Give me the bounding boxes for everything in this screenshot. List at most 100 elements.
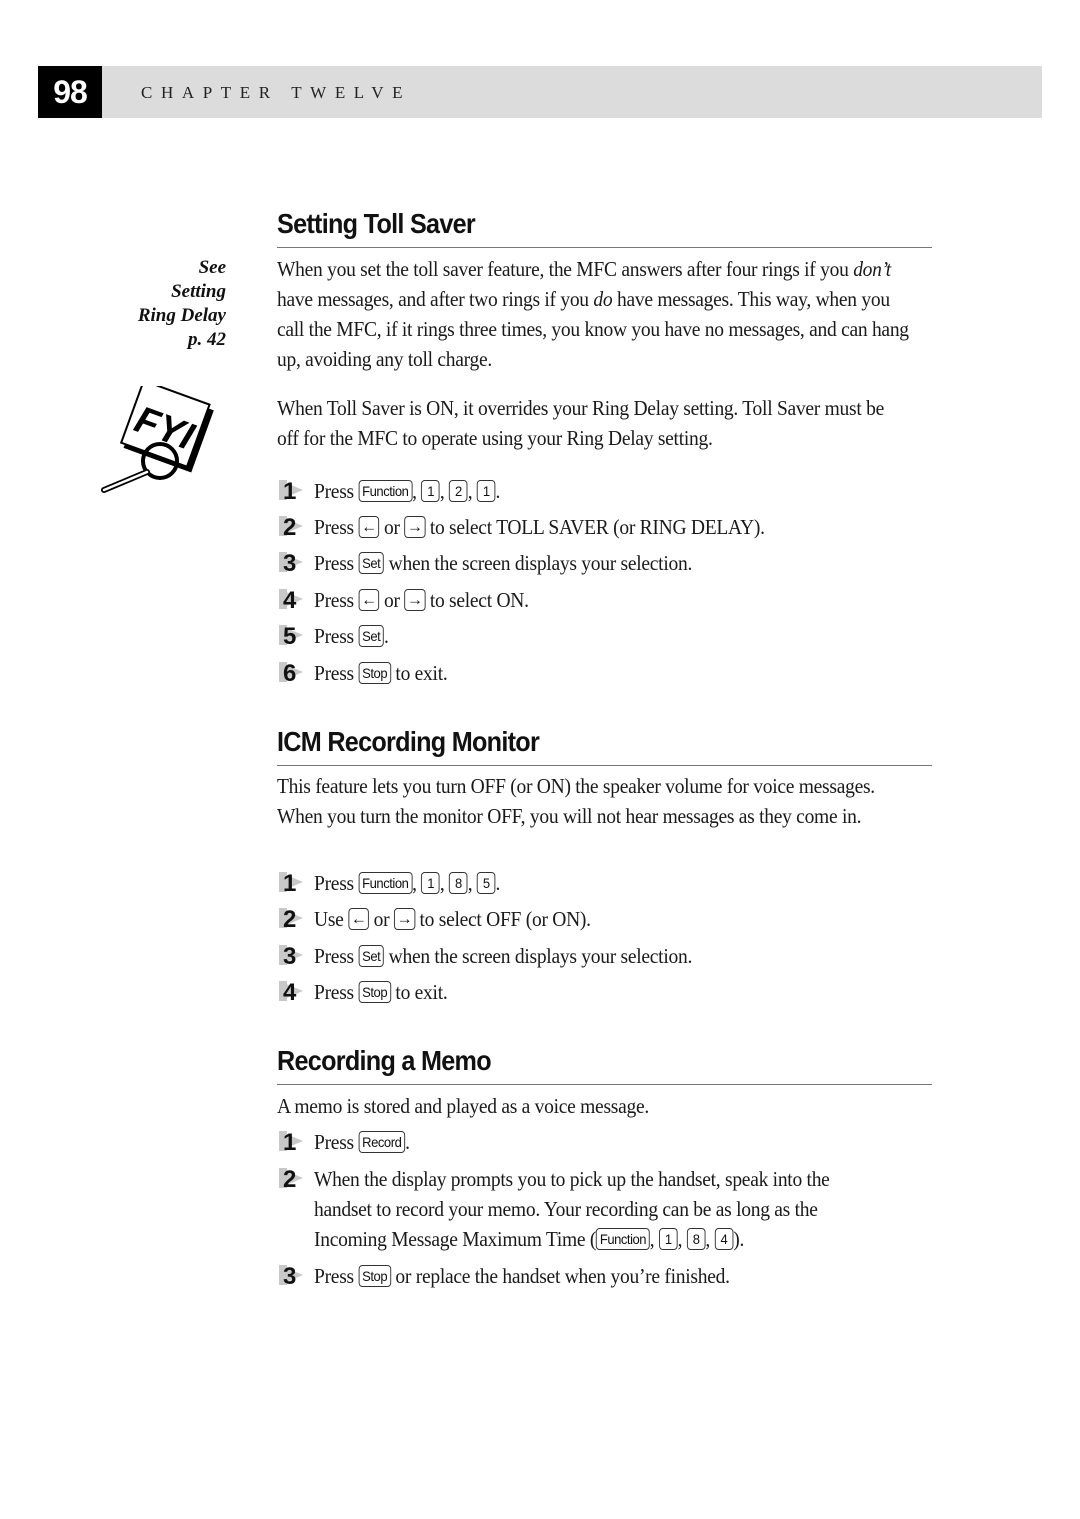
stop-key: Stop [358,981,391,1003]
key-2: 2 [449,480,468,502]
function-key: Function [358,872,413,894]
step-text: Incoming Message Maximum Time ( [314,1227,597,1251]
step: 4 Press ← or → to select ON. [279,585,959,615]
step: 3 Press Stop or replace the handset when… [279,1261,959,1291]
step: 2 Press ← or → to select TOLL SAVER (or … [279,512,959,542]
recording-memo-paragraph: A memo is stored and played as a voice m… [277,1094,649,1118]
text-run: When you set the toll saver feature, the… [277,257,854,281]
fyi-magnifier-icon: FYI [101,386,214,493]
step-text: to select OFF (or ON). [414,907,592,931]
step-marker: 6 [279,658,314,687]
step: 3 Press Set when the screen displays you… [279,941,959,971]
chapter-title: CHAPTER TWELVE [141,83,412,102]
step: 3 Press Set when the screen displays you… [279,548,959,578]
step-text: Press [314,588,359,612]
section-rule [277,765,932,766]
side-note-line: See [198,257,226,278]
step-text: Press [314,1264,359,1288]
side-note-line: Setting [171,281,226,302]
step-text: Press [314,980,359,1004]
step-text: when the screen displays your selection. [384,944,693,968]
set-key: Set [358,552,385,574]
step-text: to exit. [390,661,448,685]
section-heading: Recording a Memo [277,1045,492,1076]
key-8: 8 [686,1228,706,1250]
step-marker: 1 [279,868,314,897]
stop-key: Stop [358,1265,391,1287]
step: 2 Use ← or → to select OFF (or ON). [279,904,959,934]
key-1: 1 [659,1228,678,1250]
step-text: Use [314,907,349,931]
toll-saver-paragraph-2: When Toll Saver is ON, it overrides your… [277,396,884,450]
text-run-italic: do [593,287,613,311]
page-number: 98 [38,66,102,118]
step-text: Press [314,871,359,895]
key-1: 1 [476,480,496,502]
step-marker: 4 [279,977,314,1006]
step-text: . [495,479,501,503]
step: 4 Press Stop to exit. [279,977,959,1007]
left-arrow-key-icon: ← [358,589,380,611]
step-text: Press [314,1130,359,1154]
step: 6 Press Stop to exit. [279,658,959,688]
function-key: Function [358,480,413,502]
step-marker: 1 [279,1127,314,1156]
record-key: Record [358,1131,406,1153]
section-rule [277,247,932,248]
step-marker: 2 [279,904,314,933]
left-arrow-key-icon: ← [348,908,370,930]
step-text: Press [314,624,359,648]
step-text: or replace the handset when you’re finis… [390,1264,730,1288]
set-key: Set [358,625,385,647]
left-arrow-key-icon: ← [358,516,380,538]
text-run: have messages, and after two rings if yo… [277,287,594,311]
step-text: . [405,1130,410,1154]
right-arrow-key-icon: → [404,516,426,538]
step: 5 Press Set. [279,621,959,651]
toll-saver-paragraph-1: When you set the toll saver feature, the… [277,254,909,374]
right-arrow-key-icon: → [393,908,415,930]
step-marker: 2 [279,1164,314,1193]
step-text: . [495,871,501,895]
step-marker: 5 [279,621,314,650]
step-marker: 4 [279,585,314,614]
step-text: when the screen displays your selection. [384,551,693,575]
step-marker: 3 [279,548,314,577]
section-heading: ICM Recording Monitor [277,726,540,757]
step-text: Press [314,551,359,575]
step-text: handset to record your memo. Your record… [314,1197,818,1221]
step-text: to exit. [390,980,448,1004]
section-title-icm-monitor: ICM Recording Monitor [277,726,932,758]
section-heading: Setting Toll Saver [277,208,476,239]
step-text: or [379,588,405,612]
step-text: ). [733,1227,745,1251]
step-text: to select ON. [425,588,529,612]
step-text: . [384,624,389,648]
step-text: Press [314,944,359,968]
step-text: When the display prompts you to pick up … [314,1167,830,1191]
right-arrow-key-icon: → [404,589,426,611]
section-title-toll-saver: Setting Toll Saver [277,208,932,240]
stop-key: Stop [358,662,391,684]
set-key: Set [358,945,385,967]
key-1: 1 [421,872,440,894]
key-1: 1 [421,480,440,502]
step-text: Press [314,661,359,685]
icm-monitor-paragraph: This feature lets you turn OFF (or ON) t… [277,774,875,828]
step-text: or [379,515,405,539]
step-marker: 3 [279,1261,314,1290]
text-run-italic: don’t [853,257,891,281]
key-8: 8 [449,872,468,894]
step-marker: 3 [279,941,314,970]
side-note-line: Ring Delay [137,305,226,326]
step-text: Press [314,515,359,539]
key-5: 5 [476,872,496,894]
section-title-recording-memo: Recording a Memo [277,1045,932,1077]
side-note-reference: See Setting Ring Delay p. 42 [138,256,226,352]
step-text: Press [314,479,359,503]
step-marker: 1 [279,476,314,505]
key-4: 4 [714,1228,734,1250]
step-text: to select TOLL SAVER (or RING DELAY). [425,515,765,539]
side-note-line: p. 42 [188,329,226,350]
step: 1 Press Function, 1, 2, 1. [279,476,959,506]
